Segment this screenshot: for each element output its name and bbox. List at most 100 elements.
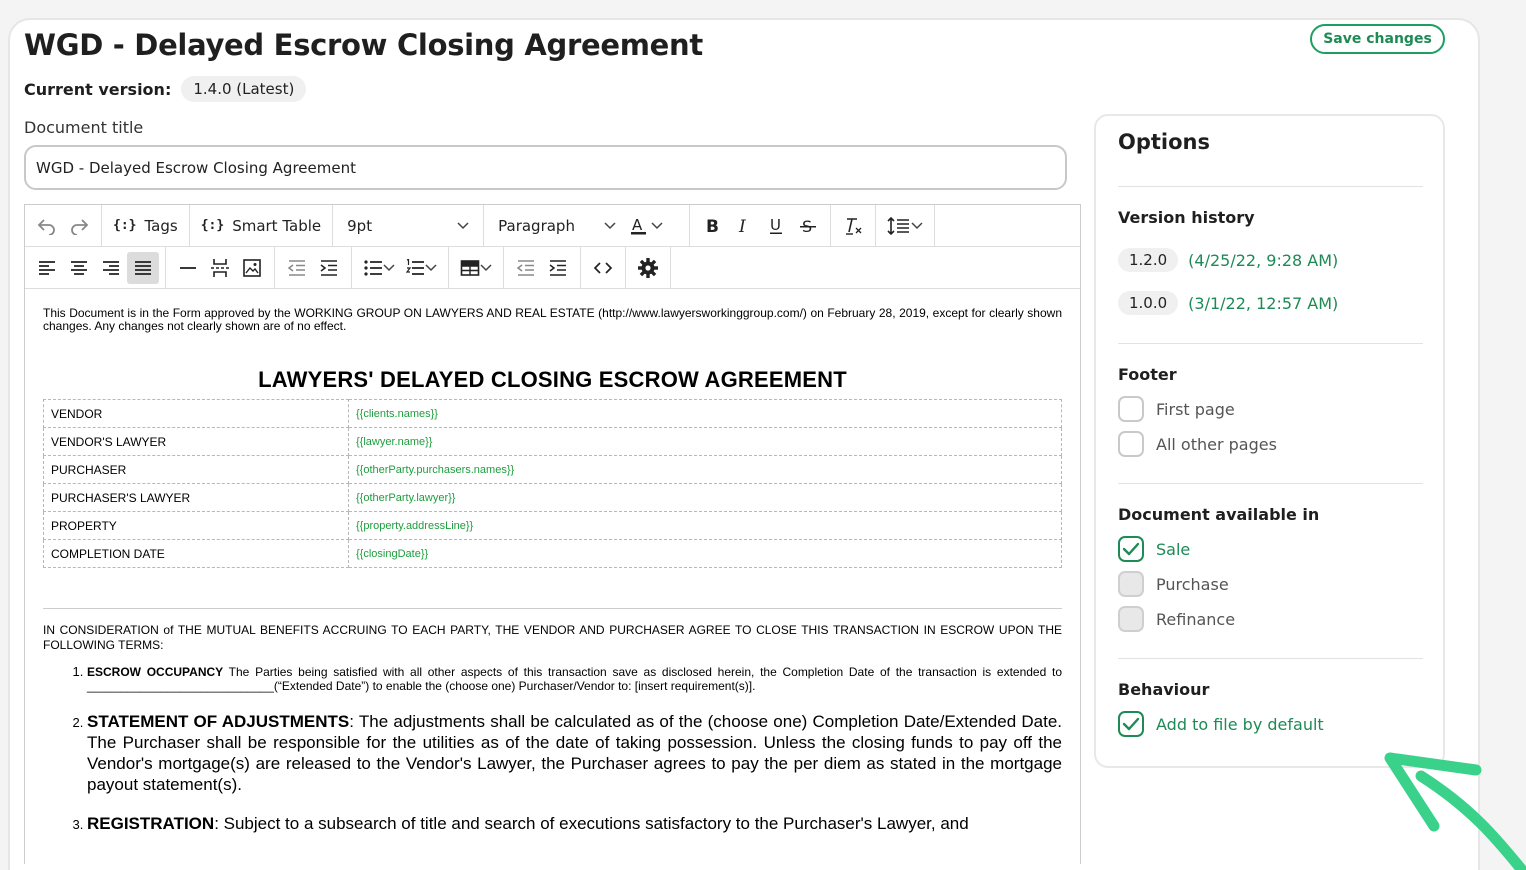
table-row: PURCHASER {{otherParty.purchasers.names}}	[43, 455, 1062, 484]
underline-button[interactable]: U	[760, 210, 792, 242]
numbered-list-button[interactable]	[400, 252, 442, 284]
document-title-input[interactable]	[24, 145, 1067, 190]
rich-text-editor: {:} Tags {:} Smart Table 9pt Paragraph A	[24, 204, 1081, 864]
insert-image-button[interactable]	[236, 252, 268, 284]
available-purchase-checkbox[interactable]: Purchase	[1118, 571, 1229, 597]
insert-table-button[interactable]	[455, 252, 497, 284]
footer-all-other-pages-checkbox[interactable]: All other pages	[1118, 431, 1277, 457]
gear-icon	[638, 257, 658, 278]
line-height-group	[876, 205, 936, 246]
table-row: PROPERTY {{property.addressLine}}	[43, 511, 1062, 540]
tags-button-label: Tags	[144, 216, 178, 235]
list-item: STATEMENT OF ADJUSTMENTS: The adjustment…	[87, 711, 1062, 795]
chevron-down-icon	[383, 263, 395, 271]
source-code-button[interactable]	[587, 252, 619, 284]
checkbox-label: Sale	[1156, 539, 1191, 559]
chevron-down-icon	[911, 221, 923, 229]
increase-indent-button[interactable]	[542, 252, 574, 284]
bold-button[interactable]: B	[696, 210, 728, 242]
options-divider	[1118, 343, 1423, 344]
table-group	[449, 247, 504, 288]
party-tag-value: {{lawyer.name}}	[348, 427, 1062, 456]
svg-text:B: B	[706, 217, 719, 235]
behaviour-title: Behaviour	[1118, 680, 1210, 699]
party-tag-value: {{clients.names}}	[348, 399, 1062, 428]
version-history-item[interactable]: 1.0.0 (3/1/22, 12:57 AM)	[1118, 291, 1338, 315]
footer-first-page-checkbox[interactable]: First page	[1118, 396, 1235, 422]
italic-button[interactable]: I	[728, 210, 760, 242]
available-sale-checkbox[interactable]: Sale	[1118, 536, 1190, 562]
table-row: COMPLETION DATE {{closingDate}}	[43, 539, 1062, 568]
version-history-item[interactable]: 1.2.0 (4/25/22, 9:28 AM)	[1118, 248, 1338, 272]
bullet-list-button[interactable]	[358, 252, 400, 284]
term-heading: REGISTRATION	[87, 814, 215, 833]
history-group	[25, 205, 102, 246]
add-to-file-default-checkbox[interactable]: Add to file by default	[1118, 711, 1324, 737]
image-icon	[243, 258, 261, 277]
editor-content[interactable]: This Document is in the Form approved by…	[25, 289, 1080, 834]
checkbox-box[interactable]	[1118, 536, 1144, 562]
checkmark-icon	[1122, 717, 1140, 731]
page-break-button[interactable]	[204, 252, 236, 284]
tags-button[interactable]: {:} Tags	[108, 210, 183, 242]
align-left-button[interactable]	[31, 252, 63, 284]
current-version-badge: 1.4.0 (Latest)	[181, 76, 307, 102]
checkbox-box[interactable]	[1118, 396, 1144, 422]
undo-button[interactable]	[31, 210, 63, 242]
version-date: (3/1/22, 12:57 AM)	[1188, 293, 1339, 313]
checkbox-box[interactable]	[1118, 711, 1144, 737]
bullet-list-icon	[364, 259, 382, 276]
available-refinance-checkbox[interactable]: Refinance	[1118, 606, 1235, 632]
increase-indent-icon	[549, 259, 566, 276]
clear-formatting-button[interactable]	[837, 210, 869, 242]
horizontal-rule-icon	[180, 266, 196, 269]
chevron-down-icon	[604, 221, 616, 229]
save-changes-button[interactable]: Save changes	[1310, 24, 1445, 54]
strikethrough-button[interactable]: S	[792, 210, 824, 242]
consideration-paragraph: IN CONSIDERATION of THE MUTUAL BENEFITS …	[43, 623, 1062, 652]
indent-button[interactable]	[313, 252, 345, 284]
decrease-indent-icon	[516, 259, 534, 276]
font-size-group: 9pt	[333, 205, 485, 246]
footer-title: Footer	[1118, 365, 1177, 384]
party-label: PROPERTY	[43, 511, 349, 540]
table-row: VENDOR {{clients.names}}	[43, 399, 1062, 428]
options-divider	[1118, 658, 1423, 659]
line-height-button[interactable]	[882, 210, 928, 242]
outdent-button[interactable]	[281, 252, 313, 284]
document-disclaimer: This Document is in the Form approved by…	[43, 306, 1062, 333]
options-panel: Options Version history 1.2.0 (4/25/22, …	[1094, 114, 1445, 768]
list-group	[352, 247, 449, 288]
terms-list: ESCROW OCCUPANCY The Parties being satis…	[43, 665, 1062, 834]
checkbox-label: Purchase	[1156, 574, 1229, 594]
align-justify-button[interactable]	[127, 251, 159, 284]
font-size-select[interactable]: 9pt	[339, 210, 477, 242]
tag-icon: {:}	[113, 218, 137, 233]
term-body: The Parties being satisfied with all oth…	[87, 665, 1063, 693]
redo-button[interactable]	[63, 210, 95, 242]
paragraph-indent-group	[504, 247, 581, 288]
clear-formatting-icon	[846, 217, 862, 235]
block-format-select[interactable]: Paragraph	[490, 210, 624, 242]
smart-table-button[interactable]: {:} Smart Table	[196, 210, 326, 242]
tags-group: {:} Tags	[102, 205, 190, 246]
block-format-group: Paragraph A	[484, 205, 691, 246]
editor-settings-button[interactable]	[632, 252, 664, 284]
horizontal-rule-button[interactable]	[172, 252, 204, 284]
underline-icon: U	[770, 217, 783, 234]
checkbox-box[interactable]	[1118, 606, 1144, 632]
align-center-icon	[71, 260, 87, 275]
text-color-button[interactable]: A	[624, 210, 668, 242]
numbered-list-icon	[405, 258, 424, 275]
align-right-button[interactable]	[95, 252, 127, 284]
redo-icon	[71, 218, 89, 235]
current-version-label: Current version:	[24, 79, 172, 99]
party-label: COMPLETION DATE	[43, 539, 349, 568]
line-height-icon	[887, 216, 910, 235]
checkmark-icon	[1122, 542, 1140, 556]
align-center-button[interactable]	[63, 252, 95, 284]
options-heading: Options	[1118, 130, 1210, 154]
checkbox-box[interactable]	[1118, 571, 1144, 597]
decrease-indent-button[interactable]	[510, 252, 542, 284]
checkbox-box[interactable]	[1118, 431, 1144, 457]
